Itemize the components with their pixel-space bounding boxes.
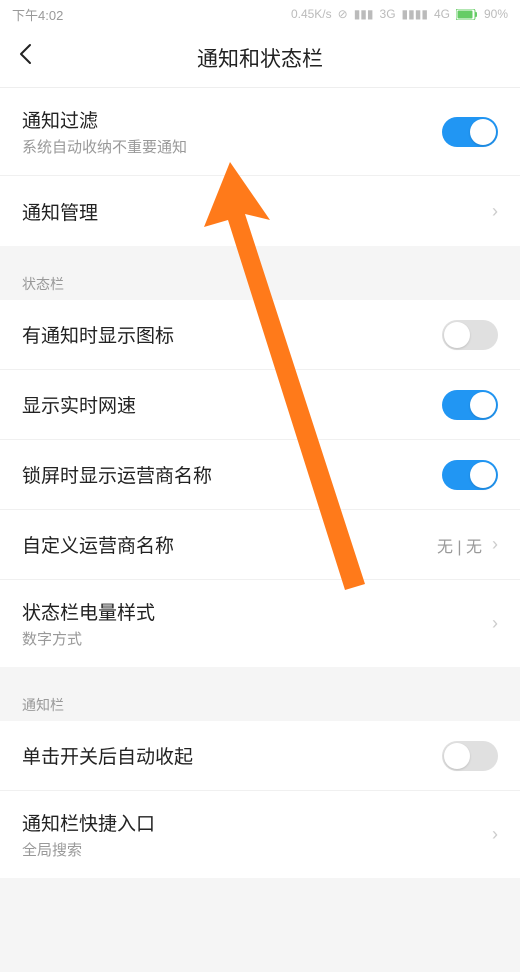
status-right: 0.45K/s ⊘ ▮▮▮ 3G ▮▮▮▮ 4G 90% [291, 7, 508, 21]
toggle-notification-filter[interactable] [442, 117, 498, 147]
status-speed: 0.45K/s [291, 7, 332, 21]
toggle-auto-collapse[interactable] [442, 741, 498, 771]
battery-icon [456, 9, 478, 20]
section-header-statusbar: 状态栏 [0, 260, 520, 300]
chevron-right-icon: › [492, 613, 498, 634]
chevron-right-icon: › [492, 201, 498, 222]
row-title: 有通知时显示图标 [22, 321, 174, 348]
row-title: 显示实时网速 [22, 391, 136, 418]
status-time: 下午4:02 [12, 5, 63, 24]
row-subtitle: 数字方式 [22, 628, 155, 649]
row-title: 状态栏电量样式 [22, 598, 155, 625]
row-value: 无 | 无 [437, 533, 482, 557]
row-lockscreen-carrier[interactable]: 锁屏时显示运营商名称 [0, 440, 520, 510]
row-title: 通知管理 [22, 198, 98, 225]
row-notification-filter[interactable]: 通知过滤 系统自动收纳不重要通知 [0, 88, 520, 176]
net1-text: 3G [380, 7, 396, 21]
chevron-right-icon: › [492, 824, 498, 845]
toggle-show-icon[interactable] [442, 320, 498, 350]
row-title: 通知过滤 [22, 106, 187, 133]
row-auto-collapse[interactable]: 单击开关后自动收起 [0, 721, 520, 791]
section-statusbar: 有通知时显示图标 显示实时网速 锁屏时显示运营商名称 自定义运营商名称 无 | … [0, 300, 520, 667]
net2-text: 4G [434, 7, 450, 21]
row-shortcut-entry[interactable]: 通知栏快捷入口 全局搜索 › [0, 791, 520, 878]
toggle-netspeed[interactable] [442, 390, 498, 420]
chevron-right-icon: › [492, 534, 498, 555]
row-battery-style[interactable]: 状态栏电量样式 数字方式 › [0, 580, 520, 667]
row-title: 单击开关后自动收起 [22, 742, 193, 769]
section-notificationpanel: 单击开关后自动收起 通知栏快捷入口 全局搜索 › [0, 721, 520, 878]
battery-text: 90% [484, 7, 508, 21]
dnd-icon: ⊘ [338, 7, 348, 21]
row-show-icon-notification[interactable]: 有通知时显示图标 [0, 300, 520, 370]
signal-icon-2: ▮▮▮▮ [402, 7, 428, 21]
row-title: 自定义运营商名称 [22, 531, 174, 558]
header: 通知和状态栏 [0, 28, 520, 88]
back-button[interactable] [18, 43, 32, 72]
row-subtitle: 系统自动收纳不重要通知 [22, 136, 187, 157]
page-title: 通知和状态栏 [197, 43, 323, 73]
status-bar: 下午4:02 0.45K/s ⊘ ▮▮▮ 3G ▮▮▮▮ 4G 90% [0, 0, 520, 28]
signal-icon-1: ▮▮▮ [354, 7, 374, 21]
toggle-carrier[interactable] [442, 460, 498, 490]
row-title: 锁屏时显示运营商名称 [22, 461, 212, 488]
row-notification-manage[interactable]: 通知管理 › [0, 176, 520, 246]
section-header-notificationpanel: 通知栏 [0, 681, 520, 721]
row-custom-carrier[interactable]: 自定义运营商名称 无 | 无 › [0, 510, 520, 580]
section-notification: 通知过滤 系统自动收纳不重要通知 通知管理 › [0, 88, 520, 246]
row-title: 通知栏快捷入口 [22, 809, 155, 836]
row-show-netspeed[interactable]: 显示实时网速 [0, 370, 520, 440]
row-subtitle: 全局搜索 [22, 839, 155, 860]
